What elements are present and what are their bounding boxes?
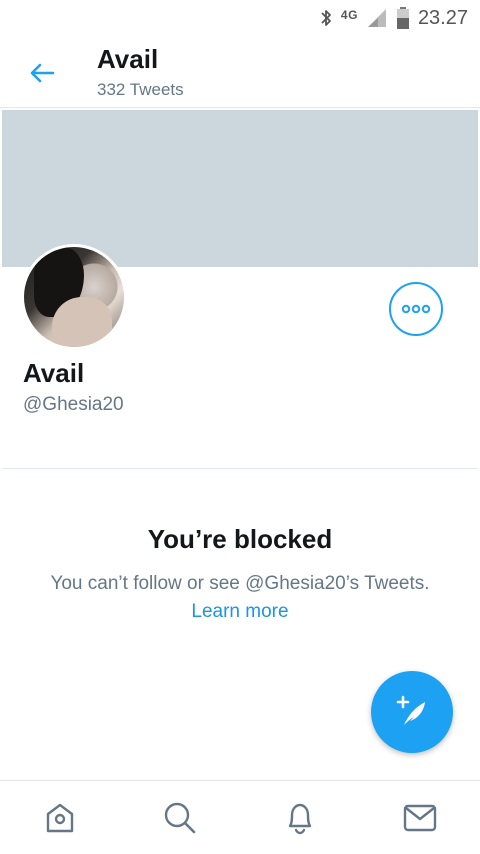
search-icon	[164, 802, 196, 833]
messages-icon	[403, 804, 437, 831]
profile-screen: 4G 23.27 Avail 332 Tweets Avail @Ghesia2…	[0, 0, 480, 854]
compose-tweet-icon	[396, 695, 425, 725]
profile-header: Avail 332 Tweets	[0, 36, 480, 108]
notifications-icon	[288, 803, 312, 834]
home-icon	[46, 803, 74, 832]
clock: 23.27	[417, 6, 468, 29]
bluetooth-icon	[321, 10, 331, 26]
more-options-button[interactable]	[389, 282, 443, 336]
nav-messages[interactable]	[360, 781, 480, 854]
avatar-image	[24, 247, 124, 347]
compose-tweet-button[interactable]	[371, 671, 453, 753]
profile-name: Avail	[23, 358, 85, 388]
nav-notifications[interactable]	[240, 781, 360, 854]
arrow-left-icon	[30, 63, 55, 83]
blocked-title: You’re blocked	[147, 524, 333, 554]
status-bar: 4G 23.27	[0, 0, 480, 36]
blocked-description: You can’t follow or see @Ghesia20’s Twee…	[50, 573, 430, 594]
nav-search[interactable]	[120, 781, 240, 854]
battery-icon	[396, 7, 409, 29]
nav-home[interactable]	[0, 781, 120, 854]
network-type: 4G	[340, 8, 358, 22]
avatar-shoulder-shape	[52, 297, 112, 347]
tweet-count: 332 Tweets	[97, 80, 184, 99]
profile-handle: @Ghesia20	[23, 394, 124, 415]
more-horizontal-icon	[401, 304, 431, 314]
back-button[interactable]	[24, 58, 60, 88]
avatar[interactable]	[21, 244, 127, 350]
header-title: Avail	[97, 44, 159, 74]
divider	[2, 468, 478, 469]
signal-icon	[367, 9, 386, 27]
learn-more-link[interactable]: Learn more	[0, 601, 480, 623]
bottom-navigation	[0, 780, 480, 854]
